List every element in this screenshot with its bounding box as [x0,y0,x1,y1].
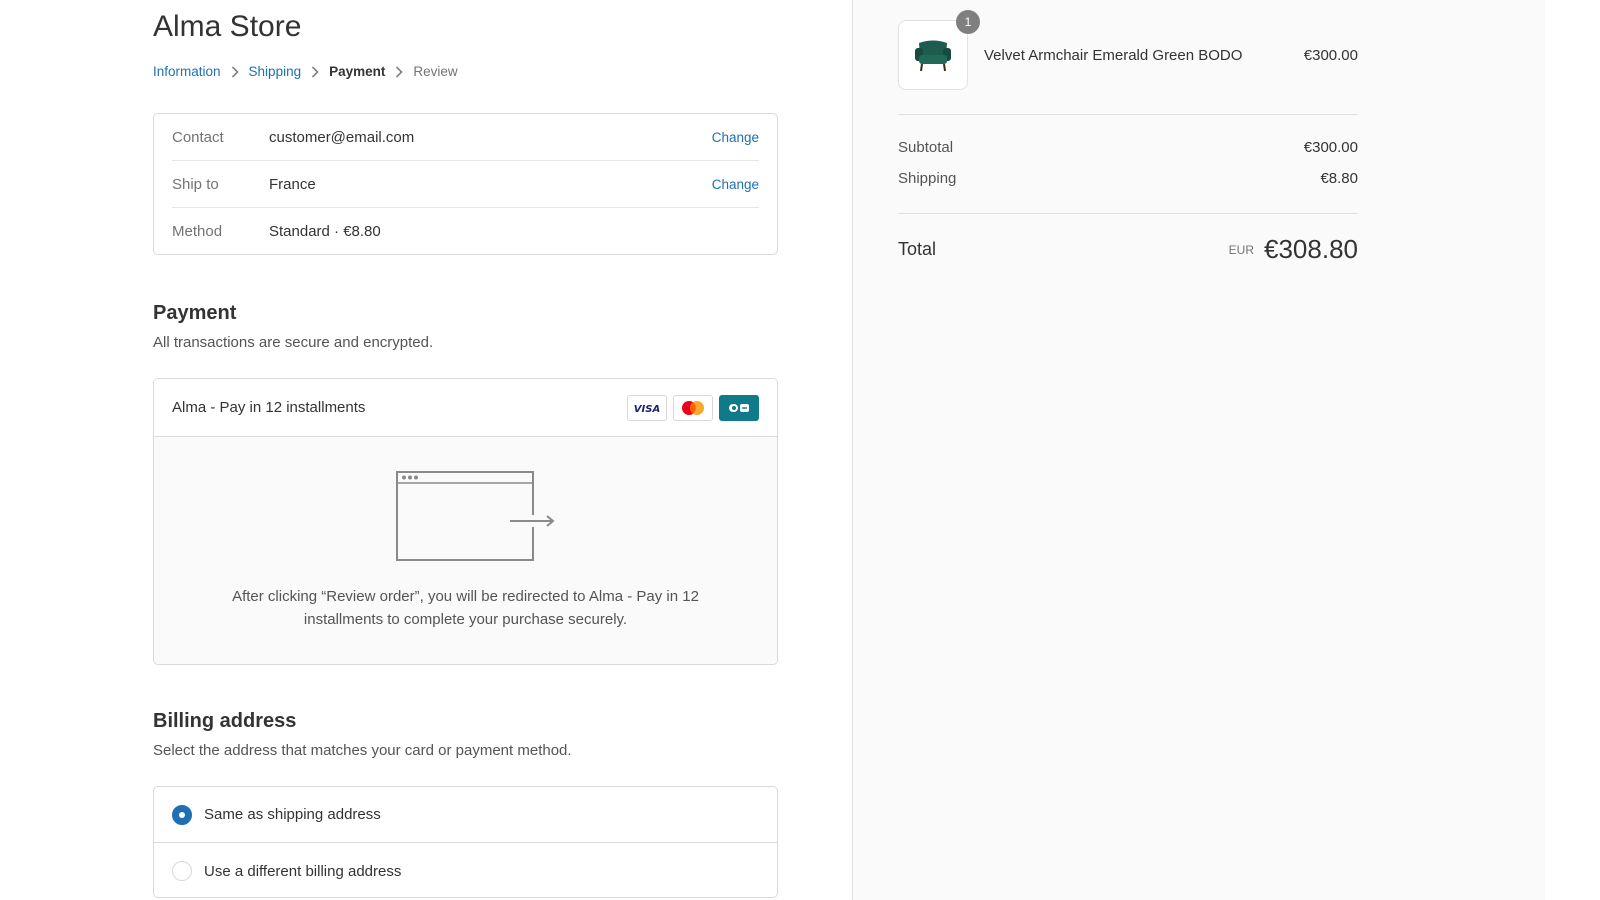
total-row: Total EUR €308.80 [898,234,1358,265]
billing-title: Billing address [153,710,297,732]
divider [898,114,1358,115]
subtotal-label: Subtotal [898,139,954,156]
radio-button-selected[interactable] [172,804,192,825]
payment-redirect-panel: After clicking “Review order”, you will … [154,437,777,664]
review-row-contact: Contact customer@email.com Change [172,114,759,161]
change-ship-to-link[interactable]: Change [712,177,759,192]
cb-icon [719,394,759,421]
checkout-main: Alma Store Information Shipping Payment … [0,0,852,900]
quantity-badge: 1 [956,10,980,34]
breadcrumb-payment: Payment [329,64,386,79]
total-amount: €308.80 [1264,234,1358,264]
product-thumbnail: 1 [898,10,980,90]
payment-option-alma[interactable]: Alma - Pay in 12 installments VISA [154,379,777,437]
change-contact-link[interactable]: Change [712,130,759,145]
shipping-label: Shipping [898,170,957,187]
billing-option-label: Same as shipping address [204,806,381,823]
payment-option-label: Alma - Pay in 12 installments [172,399,366,416]
payment-method-block: Alma - Pay in 12 installments VISA After… [153,378,778,665]
browser-redirect-icon [396,471,555,561]
shipping-value: €8.80 [1320,170,1358,187]
card-icons: VISA [627,394,759,421]
total-amount-group: EUR €308.80 [1229,234,1358,265]
visa-icon: VISA [627,394,667,421]
mastercard-icon [673,394,713,421]
billing-address-options: Same as shipping address Use a different… [153,786,778,898]
subtotal-value: €300.00 [1303,139,1358,156]
order-summary [852,0,1545,900]
visa-text: VISA [634,404,660,414]
breadcrumb-information[interactable]: Information [153,64,221,79]
divider [898,213,1358,214]
breadcrumb-shipping[interactable]: Shipping [249,64,302,79]
payment-subtitle: All transactions are secure and encrypte… [153,334,434,351]
store-title[interactable]: Alma Store [153,10,301,44]
product-line: 1 Velvet Armchair Emerald Green BODO €30… [898,10,1358,91]
redirect-message: After clicking “Review order”, you will … [232,588,699,628]
review-label: Ship to [172,175,219,193]
chevron-right-icon [301,64,329,79]
armchair-image [915,40,951,72]
breadcrumb-review: Review [413,64,458,79]
review-row-ship-to: Ship to France Change [172,161,759,208]
product-name: Velvet Armchair Emerald Green BODO [984,46,1243,64]
breadcrumb: Information Shipping Payment Review [153,64,458,79]
review-label: Method [172,223,223,240]
payment-title: Payment [153,302,237,324]
billing-subtitle: Select the address that matches your car… [153,742,572,759]
product-price: €300.00 [1303,46,1358,64]
billing-option-same[interactable]: Same as shipping address [154,787,777,843]
review-label: Contact [172,128,224,146]
review-block: Contact customer@email.com Change Ship t… [153,113,778,255]
review-row-method: Method Standard · €8.80 [172,208,759,255]
chevron-right-icon [221,64,249,79]
chevron-right-icon [385,64,413,79]
total-label: Total [898,239,937,259]
billing-option-label: Use a different billing address [204,862,402,880]
billing-option-different[interactable]: Use a different billing address [154,843,777,899]
review-value: Standard · €8.80 [269,223,381,240]
radio-button[interactable] [172,861,192,881]
review-value: France [269,175,316,193]
currency-code: EUR [1228,242,1255,257]
subtotal-row: Subtotal €300.00 [898,139,1358,156]
review-value: customer@email.com [269,128,415,146]
shipping-row: Shipping €8.80 [898,170,1358,187]
